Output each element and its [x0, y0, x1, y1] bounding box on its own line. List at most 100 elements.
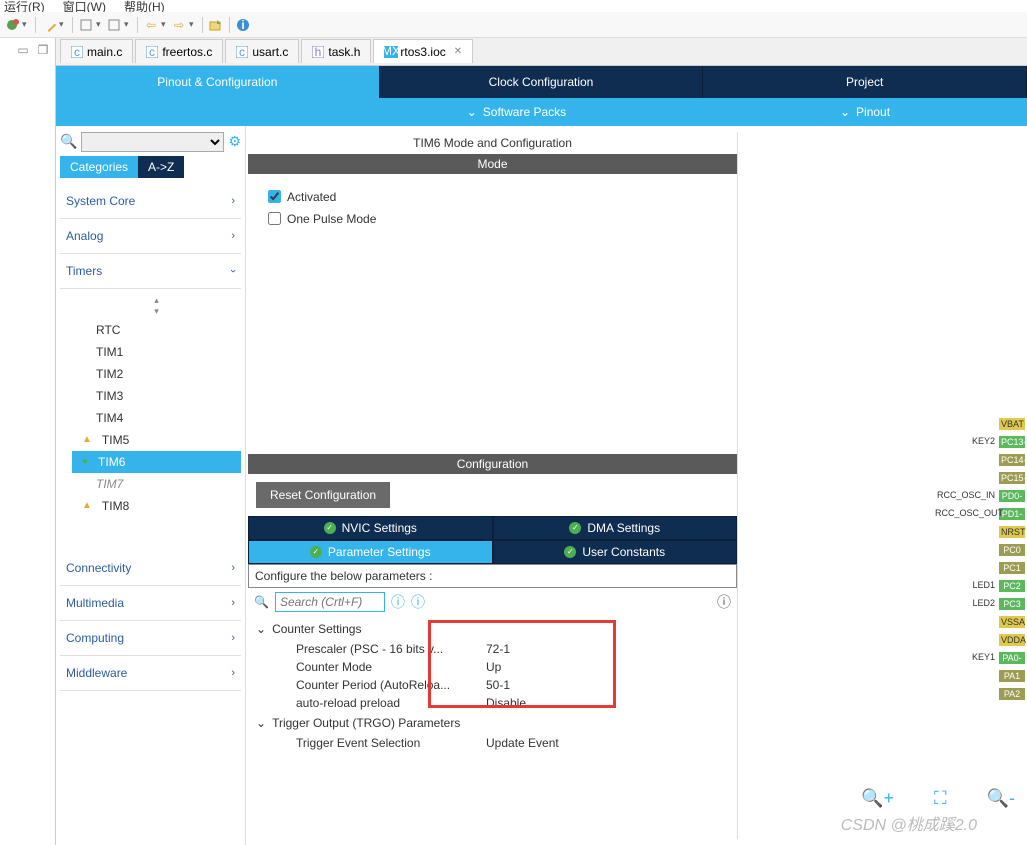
tab-dma-settings[interactable]: ✓DMA Settings [493, 516, 738, 540]
pin-pa1[interactable]: PA1 [999, 670, 1025, 682]
menu-window[interactable]: 窗口(W) [63, 0, 106, 12]
pin-pd0[interactable]: PD0- [999, 490, 1025, 502]
svg-text:c: c [74, 46, 80, 58]
group-computing[interactable]: Computing› [60, 621, 241, 656]
one-pulse-checkbox[interactable]: One Pulse Mode [268, 208, 717, 230]
dropdown-icon[interactable]: ▾ [161, 19, 169, 30]
parameter-search-input[interactable] [275, 592, 385, 612]
fit-icon[interactable]: ⛶ [934, 788, 947, 809]
prev-match-icon[interactable]: ⓘ [391, 592, 405, 612]
wand-icon[interactable] [41, 17, 57, 33]
check-icon: ✓ [324, 522, 336, 534]
group-system-core[interactable]: System Core› [60, 184, 241, 219]
timer-rtc[interactable]: RTC [72, 319, 241, 341]
dropdown-icon[interactable]: ▾ [124, 19, 132, 30]
tab-clock-config[interactable]: Clock Configuration [380, 66, 704, 98]
group-multimedia[interactable]: Multimedia› [60, 586, 241, 621]
box2-icon[interactable] [106, 17, 122, 33]
tab-a-to-z[interactable]: A->Z [138, 156, 184, 178]
group-counter-settings[interactable]: ⌄Counter Settings [256, 618, 729, 640]
dropdown-icon[interactable]: ▾ [59, 19, 67, 30]
group-trgo-parameters[interactable]: ⌄Trigger Output (TRGO) Parameters [256, 712, 729, 734]
pin-pa2[interactable]: PA2 [999, 688, 1025, 700]
info-icon[interactable]: ⓘ [717, 592, 731, 612]
search-icon[interactable]: 🔍 [60, 133, 77, 150]
pin-pc14[interactable]: PC14- [999, 454, 1025, 466]
tab-user-constants[interactable]: ✓User Constants [493, 540, 738, 564]
pin-pc0[interactable]: PC0 [999, 544, 1025, 556]
svg-text:c: c [149, 46, 155, 58]
pin-vdda[interactable]: VDDA [999, 634, 1025, 646]
pin-vbat[interactable]: VBAT [999, 418, 1025, 430]
param-prescaler[interactable]: Prescaler (PSC - 16 bits v...72-1 [256, 640, 729, 658]
tab-project[interactable]: Project [703, 66, 1027, 98]
pin-pa0[interactable]: PA0- [999, 652, 1025, 664]
timer-tim5[interactable]: TIM5 [72, 429, 241, 451]
tab-pinout-config[interactable]: Pinout & Configuration [56, 66, 380, 98]
tab-main-c[interactable]: cmain.c [60, 39, 133, 63]
tab-usart-c[interactable]: cusart.c [225, 39, 299, 63]
dropdown-icon[interactable]: ▾ [96, 19, 104, 30]
minimize-icon[interactable]: ▭ [15, 42, 31, 58]
dropdown-icon[interactable]: ▾ [22, 19, 30, 30]
search-icon[interactable]: 🔍 [254, 595, 269, 609]
zoom-out-icon[interactable]: 🔍- [987, 788, 1015, 809]
pin-pc3[interactable]: PC3 [999, 598, 1025, 610]
zoom-in-icon[interactable]: 🔍+ [861, 788, 894, 809]
next-match-icon[interactable]: ⓘ [411, 592, 425, 612]
param-auto-reload[interactable]: auto-reload preloadDisable [256, 694, 729, 712]
open-icon[interactable] [208, 17, 224, 33]
dropdown-bar: ⌄Software Packs ⌄Pinout [56, 98, 1027, 126]
close-icon[interactable]: ✕ [454, 46, 462, 57]
pin-label: KEY1 [935, 652, 995, 662]
pinout-view[interactable]: VBATPC13-KEY2PC14-PC15-PD0-RCC_OSC_INPD1… [740, 126, 1025, 845]
group-timers[interactable]: Timers› [60, 254, 241, 289]
build-icon[interactable] [4, 17, 20, 33]
nav-fwd-icon[interactable]: ⇨ [171, 17, 187, 33]
menu-run[interactable]: 运行(R) [4, 0, 45, 12]
tab-rtos3-ioc[interactable]: MXrtos3.ioc✕ [373, 39, 473, 63]
pin-nrst[interactable]: NRST [999, 526, 1025, 538]
param-trigger-event[interactable]: Trigger Event SelectionUpdate Event [256, 734, 729, 752]
group-connectivity[interactable]: Connectivity› [60, 551, 241, 586]
gear-icon[interactable]: ⚙ [228, 133, 241, 150]
timer-tim8[interactable]: TIM8 [72, 495, 241, 517]
editor-tabs: cmain.c cfreertos.c cusart.c htask.h MXr… [56, 38, 1027, 66]
param-counter-period[interactable]: Counter Period (AutoReloa...50-1 [256, 676, 729, 694]
timer-tim4[interactable]: TIM4 [72, 407, 241, 429]
tab-freertos-c[interactable]: cfreertos.c [135, 39, 223, 63]
svg-text:h: h [315, 46, 322, 58]
svg-text:i: i [241, 18, 244, 32]
tab-parameter-settings[interactable]: ✓Parameter Settings [248, 540, 493, 564]
menu-help[interactable]: 帮助(H) [124, 0, 165, 12]
param-counter-mode[interactable]: Counter ModeUp [256, 658, 729, 676]
pin-vssa[interactable]: VSSA [999, 616, 1025, 628]
pin-pc15[interactable]: PC15- [999, 472, 1025, 484]
check-icon: ✓ [310, 546, 322, 558]
dropdown-icon[interactable]: ▾ [189, 19, 197, 30]
reset-configuration-button[interactable]: Reset Configuration [256, 482, 390, 508]
group-analog[interactable]: Analog› [60, 219, 241, 254]
tab-task-h[interactable]: htask.h [301, 39, 371, 63]
tab-nvic-settings[interactable]: ✓NVIC Settings [248, 516, 493, 540]
timer-tim1[interactable]: TIM1 [72, 341, 241, 363]
h-file-icon: h [312, 46, 324, 58]
timer-tim6[interactable]: TIM6 [72, 451, 241, 473]
group-middleware[interactable]: Middleware› [60, 656, 241, 691]
restore-icon[interactable]: ❐ [35, 42, 51, 58]
timer-tim2[interactable]: TIM2 [72, 363, 241, 385]
pin-pc13[interactable]: PC13- [999, 436, 1025, 448]
nav-back-icon[interactable]: ⇦ [143, 17, 159, 33]
pin-pc2[interactable]: PC2 [999, 580, 1025, 592]
category-search-select[interactable] [81, 132, 224, 152]
activated-checkbox[interactable]: Activated [268, 186, 717, 208]
pin-pc1[interactable]: PC1 [999, 562, 1025, 574]
timer-tim7[interactable]: TIM7 [72, 473, 241, 495]
software-packs-dropdown[interactable]: ⌄Software Packs [467, 105, 566, 119]
box-icon[interactable] [78, 17, 94, 33]
mx-file-icon: MX [384, 46, 396, 58]
tab-categories[interactable]: Categories [60, 156, 138, 178]
pinout-dropdown[interactable]: ⌄Pinout [840, 105, 890, 119]
timer-tim3[interactable]: TIM3 [72, 385, 241, 407]
info-icon[interactable]: i [235, 17, 251, 33]
